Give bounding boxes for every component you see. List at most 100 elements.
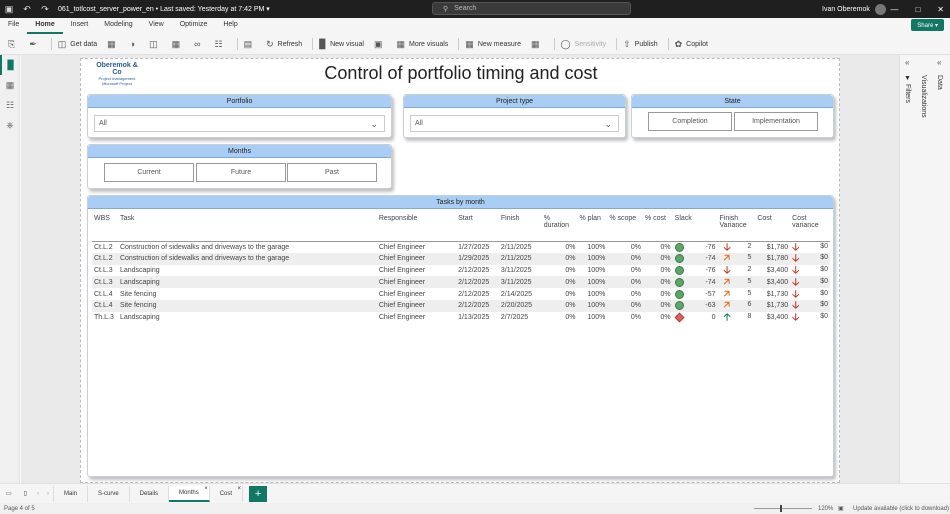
paste-button[interactable]: ⎘ (8, 39, 19, 50)
dataverse-button[interactable]: ∞ (194, 39, 204, 49)
file-name[interactable]: 061_totlcost_server_power_en • Last save… (58, 5, 270, 13)
col-slack-value[interactable] (693, 215, 718, 242)
get-data-button[interactable]: ◫ Get data (58, 39, 97, 50)
table-row[interactable]: Ct.L.4 Site fencing Chief Engineer 2/12/202… (92, 299, 830, 312)
tab-details[interactable]: Details (130, 485, 170, 502)
publish-button[interactable]: ⇧ Publish (623, 39, 658, 50)
tab-s-curve[interactable]: S-curve (88, 485, 130, 502)
cell-start: 2/12/2025 (456, 276, 499, 289)
table-row[interactable]: Ct.L.3 Landscaping Chief Engineer 2/12/2025… (92, 265, 830, 277)
format-painter-button[interactable]: ✒ (29, 39, 41, 50)
filters-pane-toggle[interactable]: ▼ Filters (904, 75, 911, 103)
col-finish-variance[interactable]: Finish Variance (717, 215, 756, 242)
table-row[interactable]: Ct.L.2 Construction of sidewalks and driv… (92, 252, 830, 265)
menu-home[interactable]: Home (27, 18, 63, 34)
excel-button[interactable]: ▦ (107, 39, 120, 50)
col-plan[interactable]: % plan (577, 215, 608, 242)
state-option-implementation[interactable]: Implementation (734, 112, 818, 131)
col-wbs[interactable]: WBS (92, 215, 118, 242)
table-row[interactable]: Ct.L.4 Site fencing Chief Engineer 2/12/202… (92, 288, 830, 300)
collapse-filters-icon[interactable]: « (905, 58, 909, 67)
tabs-scroll-right-icon[interactable]: › (43, 485, 54, 502)
col-cost-pct[interactable]: % cost (642, 215, 673, 242)
dax-view-icon[interactable]: ⎈ (0, 115, 20, 135)
state-option-completion[interactable]: Completion (648, 112, 732, 131)
tasks-header: Tasks by month (88, 196, 833, 209)
menu-insert[interactable]: Insert (63, 18, 97, 34)
menu-optimize[interactable]: Optimize (172, 18, 216, 34)
transform-data-button[interactable]: ▤ (244, 39, 257, 50)
close-icon[interactable]: ✕ (937, 5, 944, 14)
maximize-icon[interactable]: □ (915, 5, 920, 14)
col-duration[interactable]: % duration (541, 215, 578, 242)
model-view-icon[interactable]: ☷ (0, 95, 20, 115)
menu-help[interactable]: Help (215, 18, 245, 34)
copilot-button[interactable]: ✿ Copilot (675, 39, 708, 50)
table-row[interactable]: Ct.L.2 Construction of sidewalks and driv… (92, 241, 830, 253)
redo-icon[interactable]: ↷ (36, 0, 54, 18)
menu-view[interactable]: View (141, 18, 172, 34)
tab-cost[interactable]: Cost × (210, 485, 244, 502)
tab-main[interactable]: Main (54, 485, 88, 502)
visualizations-pane-toggle[interactable]: Visualizations (920, 75, 927, 118)
tab-months[interactable]: Months × (169, 485, 210, 502)
close-tab-icon[interactable]: × (238, 486, 242, 492)
refresh-button[interactable]: ↻ Refresh (266, 39, 302, 50)
col-start[interactable]: Start (456, 215, 499, 242)
recent-sources-button[interactable]: ☷ (215, 39, 227, 50)
tabs-scroll-left-icon[interactable]: ‹ (33, 486, 43, 502)
col-cost-variance[interactable]: Cost variance (790, 215, 830, 242)
table-row[interactable]: Ct.L.3 Landscaping Chief Engineer 2/12/2025… (92, 276, 830, 289)
col-cost[interactable]: Cost (755, 215, 791, 242)
quick-measure-button[interactable]: ▦ (531, 39, 544, 50)
text-box-button[interactable]: ▣ (374, 39, 387, 50)
cell-scope: 0% (630, 266, 641, 274)
table-view-icon[interactable]: ▦ (0, 75, 20, 95)
onelake-button[interactable]: ◑ (130, 39, 139, 49)
col-task[interactable]: Task (117, 215, 377, 242)
col-scope[interactable]: % scope (607, 215, 643, 242)
portfolio-dropdown[interactable]: All ⌄ (94, 115, 385, 132)
view-toggle-mobile-icon[interactable]: ▯ (18, 486, 33, 502)
month-option-current[interactable]: Current (104, 163, 194, 182)
cost-variance-value: $0 (820, 265, 828, 273)
new-measure-button[interactable]: ▦ New measure (465, 39, 521, 50)
enter-data-button[interactable]: ▦ (172, 39, 185, 50)
table-row[interactable]: Th.L.3 Landscaping Chief Engineer 1/13/2025… (92, 312, 830, 324)
search-input[interactable]: ⚲ Search (432, 2, 631, 15)
col-responsible[interactable]: Responsible (376, 215, 457, 242)
cell-plan: 100% (587, 243, 606, 251)
share-button[interactable]: Share ▾ (911, 19, 944, 31)
project-type-dropdown[interactable]: All ⌄ (410, 115, 619, 132)
save-icon[interactable]: ▣ (0, 0, 18, 18)
collapse-data-icon[interactable]: « (937, 58, 941, 67)
minimize-icon[interactable]: — (890, 5, 898, 14)
cell-responsible: Chief Engineer (376, 299, 457, 312)
view-toggle-desktop-icon[interactable]: ▭ (0, 486, 18, 502)
month-option-future[interactable]: Future (196, 163, 286, 182)
undo-icon[interactable]: ↶ (18, 0, 36, 18)
col-finish[interactable]: Finish (498, 215, 542, 242)
more-visuals-button[interactable]: ▦ More visuals (396, 39, 448, 50)
sql-button[interactable]: ◫ (149, 39, 162, 50)
update-notice[interactable]: Update available (click to download) (853, 506, 949, 512)
status-ok-icon (674, 277, 684, 287)
col-slack[interactable]: Slack (672, 215, 694, 242)
cell-status (672, 299, 694, 312)
menu-modeling[interactable]: Modeling (96, 18, 140, 34)
add-page-button[interactable]: + (249, 485, 268, 502)
zoom-slider[interactable] (754, 508, 812, 509)
month-option-past[interactable]: Past (287, 163, 377, 182)
sensitivity-button[interactable]: ◯ Sensitivity (561, 39, 607, 50)
fit-page-icon[interactable]: ▣ (838, 505, 844, 512)
data-pane-toggle[interactable]: Data (936, 75, 943, 90)
cell-scope: 0% (630, 314, 641, 322)
menu-file[interactable]: File (0, 18, 27, 34)
user-account[interactable]: Ivan Oberemok (822, 0, 886, 18)
close-tab-icon[interactable]: × (204, 486, 208, 492)
zoom-thumb[interactable] (780, 505, 782, 512)
report-view-icon[interactable]: ▉ (0, 55, 20, 75)
new-visual-button[interactable]: ▉ New visual (319, 39, 364, 50)
cell-slack: -76 (705, 243, 716, 251)
finish-variance-value: 6 (747, 301, 752, 309)
